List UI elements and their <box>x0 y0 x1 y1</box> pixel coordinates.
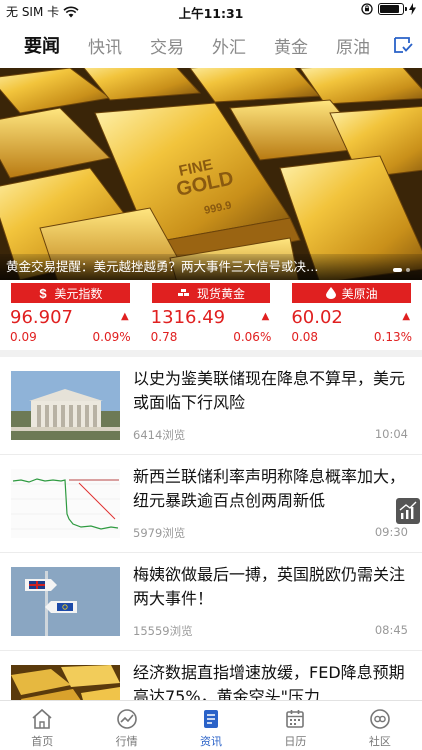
tab-gold[interactable]: 黄金 <box>274 33 308 58</box>
svg-text:$: $ <box>40 287 48 300</box>
market-quotes: $ 美元指数 96.907 ▲ 0.09 0.09% 现货黄金 1316.49 … <box>0 283 422 345</box>
news-item[interactable]: 新西兰联储利率声明称降息概率加大，纽元暴跌逾百点创两周新低 5979浏览 09:… <box>0 455 422 553</box>
news-item[interactable]: 以史为鉴美联储现在降息不算早，美元或面临下行风险 6414浏览 10:04 <box>0 357 422 455</box>
orientation-lock-icon <box>361 3 373 15</box>
tab-flash-news[interactable]: 快讯 <box>88 33 122 58</box>
nav-community[interactable]: 社区 <box>338 701 422 750</box>
quote-name: 美元指数 <box>54 286 103 301</box>
quote-price: 60.02 <box>291 307 343 328</box>
trend-chart-icon <box>399 501 417 519</box>
clock: 上午11:31 <box>178 6 244 21</box>
quote-card-dollar-index[interactable]: $ 美元指数 96.907 ▲ 0.09 0.09% <box>0 283 141 345</box>
battery-icon <box>378 3 407 15</box>
news-title: 以史为鉴美联储现在降息不算早，美元或面临下行风险 <box>133 369 406 412</box>
tab-headlines[interactable]: 要闻 <box>24 32 60 58</box>
headline-banner[interactable]: FINE GOLD 999.9 黄金交易提醒：美元越挫越勇？两大事件三大信号或决… <box>0 68 422 280</box>
news-item[interactable]: 梅姨欲做最后一搏，英国脱欧仍需关注两大事件！ 15559浏览 08:45 <box>0 553 422 651</box>
category-tabs: 要闻 快讯 交易 外汇 黄金 原油 <box>0 22 422 68</box>
page-dot <box>406 268 410 272</box>
quote-change: 0.08 <box>291 330 319 344</box>
edit-tabs-icon[interactable] <box>392 34 414 56</box>
calendar-icon <box>286 710 305 728</box>
oil-drop-icon <box>325 287 336 299</box>
community-icon <box>370 709 390 729</box>
up-arrow-icon: ▲ <box>261 311 270 322</box>
news-thumbnail-brexit-signs <box>11 567 120 636</box>
battery-level <box>380 5 399 13</box>
quote-name: 现货黄金 <box>197 286 246 301</box>
news-thumbnail-gold <box>11 665 120 700</box>
nav-label: 社区 <box>368 735 391 748</box>
nav-label: 首页 <box>31 735 54 748</box>
banner-caption: 黄金交易提醒：美元越挫越勇？两大事件三大信号或决… <box>0 254 422 280</box>
news-thumbnail-federal-reserve <box>11 371 120 440</box>
quote-percent: 0.13% <box>373 330 413 344</box>
quote-percent: 0.09% <box>92 330 131 344</box>
up-arrow-icon: ▲ <box>120 311 129 322</box>
quote-percent: 0.06% <box>233 330 272 344</box>
news-time: 09:30 <box>374 525 408 539</box>
news-list: 以史为鉴美联储现在降息不算早，美元或面临下行风险 6414浏览 10:04 新西… <box>0 357 422 700</box>
quote-price: 1316.49 <box>150 307 226 328</box>
bottom-navigation: 首页 行情 资讯 日历 社区 <box>0 700 422 750</box>
news-icon <box>204 710 219 728</box>
dollar-icon: $ <box>40 287 48 300</box>
quote-price: 96.907 <box>10 307 73 328</box>
floating-chart-button[interactable] <box>396 498 420 524</box>
status-bar: 无 SIM 卡 上午11:31 <box>0 0 422 22</box>
tab-crude-oil[interactable]: 原油 <box>336 33 370 58</box>
quote-change: 0.09 <box>10 330 37 344</box>
gold-bars-icon <box>178 289 189 296</box>
news-thumbnail-rate-chart <box>11 469 120 538</box>
nav-label: 行情 <box>115 735 138 748</box>
banner-page-indicator <box>393 268 410 272</box>
nav-home[interactable]: 首页 <box>0 701 84 750</box>
nav-label: 日历 <box>284 735 307 748</box>
nav-market[interactable]: 行情 <box>84 701 168 750</box>
up-arrow-icon: ▲ <box>402 311 411 322</box>
news-title: 梅姨欲做最后一搏，英国脱欧仍需关注两大事件！ <box>133 565 406 608</box>
news-item[interactable]: 经济数据直指增速放缓，FED降息预期高达75%，黄金空头"压力 <box>0 651 422 700</box>
news-title: 新西兰联储利率声明称降息概率加大，纽元暴跌逾百点创两周新低 <box>133 467 406 510</box>
news-view-count: 15559浏览 <box>133 624 193 638</box>
page-dot-active <box>393 268 402 272</box>
quote-name: 美原油 <box>341 286 378 301</box>
quote-change: 0.78 <box>150 330 178 344</box>
quote-card-spot-gold[interactable]: 现货黄金 1316.49 ▲ 0.78 0.06% <box>141 283 282 345</box>
news-time: 10:04 <box>374 427 408 441</box>
market-chart-icon <box>116 709 137 729</box>
news-title: 经济数据直指增速放缓，FED降息预期高达75%，黄金空头"压力 <box>133 663 405 700</box>
home-icon <box>32 708 52 729</box>
charging-icon <box>409 3 416 15</box>
section-divider <box>0 350 422 357</box>
nav-calendar[interactable]: 日历 <box>253 701 337 750</box>
news-time: 08:45 <box>374 623 408 637</box>
news-view-count: 6414浏览 <box>133 428 186 442</box>
gold-bars-image: FINE GOLD 999.9 <box>0 68 422 280</box>
nav-news[interactable]: 资讯 <box>169 701 253 750</box>
tab-trading[interactable]: 交易 <box>150 33 184 58</box>
quote-card-us-crude[interactable]: 美原油 60.02 ▲ 0.08 0.13% <box>281 283 422 345</box>
tab-forex[interactable]: 外汇 <box>212 33 246 58</box>
nav-label: 资讯 <box>200 735 223 748</box>
news-view-count: 5979浏览 <box>133 526 186 540</box>
